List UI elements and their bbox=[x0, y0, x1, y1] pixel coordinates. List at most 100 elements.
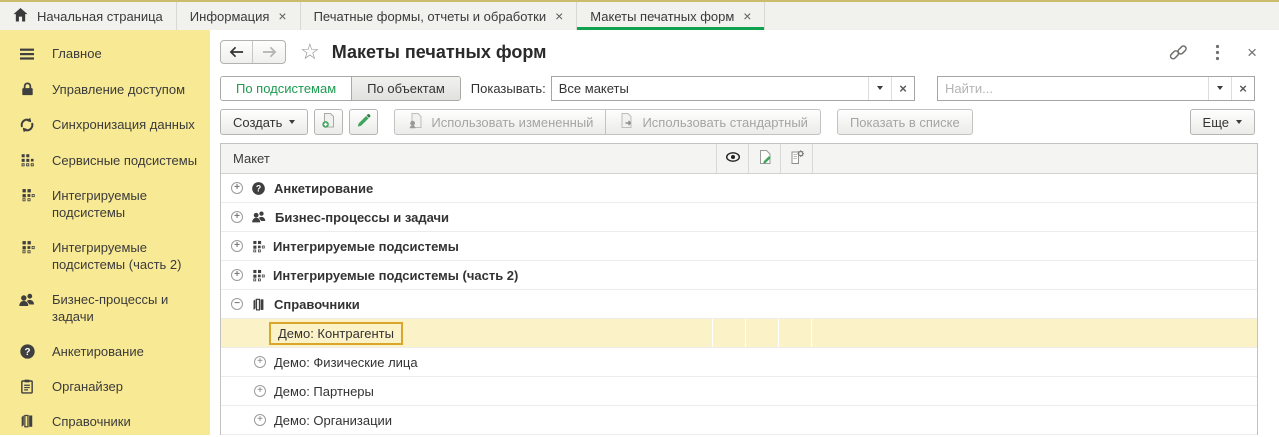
link-icon[interactable] bbox=[1169, 43, 1188, 62]
sidebar-item-service-subsystems[interactable]: Сервисные подсистемы bbox=[0, 143, 210, 178]
sidebar-item-organizer[interactable]: Органайзер bbox=[0, 369, 210, 404]
books-icon bbox=[251, 297, 266, 312]
lock-icon bbox=[17, 81, 37, 98]
cell-visibility bbox=[713, 203, 745, 231]
cell-standard bbox=[779, 406, 811, 434]
show-in-list-button[interactable]: Показать в списке bbox=[837, 109, 973, 135]
search-clear-button[interactable]: × bbox=[1231, 77, 1254, 100]
sidebar-item-label: Интегрируемые подсистемы (часть 2) bbox=[52, 239, 202, 273]
tree-row-demo-counterparties[interactable]: Демо: Контрагенты bbox=[221, 319, 1257, 348]
search-dropdown-arrow-button[interactable] bbox=[1208, 77, 1231, 100]
sidebar-item-label: Интегрируемые подсистемы bbox=[52, 187, 202, 221]
edit-template-button[interactable] bbox=[349, 109, 378, 135]
sidebar-item-label: Управление доступом bbox=[52, 81, 185, 98]
tab-close-icon[interactable]: × bbox=[278, 9, 286, 23]
favorite-star-icon[interactable]: ☆ bbox=[300, 41, 320, 63]
row-label: Анкетирование bbox=[274, 181, 373, 196]
tree-row-demo-partners[interactable]: Демо: Партнеры bbox=[221, 377, 1257, 406]
document-add-icon bbox=[320, 112, 337, 132]
document-pencil-icon bbox=[757, 149, 773, 168]
row-label: Демо: Физические лица bbox=[274, 355, 418, 370]
tab-bar: Начальная страница Информация × Печатные… bbox=[0, 0, 1279, 30]
clear-button[interactable]: × bbox=[891, 77, 914, 100]
expand-icon[interactable] bbox=[254, 414, 266, 426]
row-label: Бизнес-процессы и задачи bbox=[275, 210, 449, 225]
tab-print-forms-reports[interactable]: Печатные формы, отчеты и обработки × bbox=[301, 2, 578, 30]
search-input[interactable] bbox=[938, 77, 1208, 100]
sidebar-item-label: Сервисные подсистемы bbox=[52, 152, 197, 169]
cell-empty bbox=[812, 290, 1257, 318]
expand-icon[interactable] bbox=[254, 385, 266, 397]
back-button[interactable] bbox=[221, 41, 253, 63]
more-button[interactable]: Еще bbox=[1190, 109, 1255, 135]
use-template-group: Использовать измененный Использовать ста… bbox=[394, 109, 821, 135]
sidebar-item-integrable-subsystems[interactable]: Интегрируемые подсистемы bbox=[0, 178, 210, 230]
tree-row-business-processes[interactable]: Бизнес-процессы и задачи bbox=[221, 203, 1257, 232]
tab-close-icon[interactable]: × bbox=[555, 9, 563, 23]
subsystem-dots-icon bbox=[251, 268, 265, 282]
expand-icon[interactable] bbox=[231, 240, 243, 252]
sidebar-item-label: Главное bbox=[52, 45, 102, 62]
tab-information[interactable]: Информация × bbox=[177, 2, 301, 30]
sidebar-item-access-control[interactable]: Управление доступом bbox=[0, 72, 210, 107]
expand-icon[interactable] bbox=[231, 182, 243, 194]
column-header-standard[interactable] bbox=[780, 144, 812, 173]
tab-label: Печатные формы, отчеты и обработки bbox=[314, 9, 547, 24]
collapse-icon[interactable] bbox=[231, 298, 243, 310]
close-form-icon[interactable]: × bbox=[1247, 44, 1257, 61]
subsystem-grid-icon bbox=[17, 152, 37, 168]
cell-visibility bbox=[713, 348, 745, 376]
expand-icon[interactable] bbox=[231, 269, 243, 281]
tree-row-demo-organizations[interactable]: Демо: Организации bbox=[221, 406, 1257, 435]
menu-icon bbox=[17, 45, 37, 63]
svg-text:?: ? bbox=[256, 183, 261, 193]
tree-row-integrable-subsystems[interactable]: Интегрируемые подсистемы bbox=[221, 232, 1257, 261]
cell-modified bbox=[746, 406, 778, 434]
eye-icon bbox=[725, 149, 741, 168]
tree-row-surveys[interactable]: ? Анкетирование bbox=[221, 174, 1257, 203]
more-menu-icon[interactable] bbox=[1215, 44, 1220, 61]
sidebar-item-data-sync[interactable]: Синхронизация данных bbox=[0, 107, 210, 143]
cell-empty bbox=[812, 232, 1257, 260]
use-modified-button[interactable]: Использовать измененный bbox=[394, 109, 606, 135]
copy-template-button[interactable] bbox=[314, 109, 343, 135]
form-header: ☆ Макеты печатных форм × bbox=[210, 30, 1279, 74]
cell-empty bbox=[812, 406, 1257, 434]
expand-icon[interactable] bbox=[254, 356, 266, 368]
chevron-down-icon bbox=[877, 86, 883, 90]
books-icon bbox=[17, 413, 37, 429]
forward-button[interactable] bbox=[253, 41, 285, 63]
home-icon bbox=[13, 8, 28, 25]
question-circle-icon: ? bbox=[251, 181, 266, 196]
sidebar-item-catalogs[interactable]: Справочники bbox=[0, 404, 210, 435]
create-button[interactable]: Создать bbox=[220, 109, 308, 135]
column-header-modified[interactable] bbox=[748, 144, 780, 173]
cell-standard bbox=[779, 203, 811, 231]
use-standard-button[interactable]: Использовать стандартный bbox=[606, 109, 821, 135]
row-label: Интегрируемые подсистемы bbox=[273, 239, 459, 254]
column-header-visibility[interactable] bbox=[716, 144, 748, 173]
tab-close-icon[interactable]: × bbox=[743, 9, 751, 23]
tab-print-form-templates[interactable]: Макеты печатных форм × bbox=[577, 2, 765, 30]
dropdown-arrow-button[interactable] bbox=[868, 77, 891, 100]
show-filter-input[interactable] bbox=[552, 77, 868, 100]
column-header-template[interactable]: Макет bbox=[221, 144, 716, 173]
document-arrow-icon bbox=[618, 112, 635, 132]
tree-row-demo-individuals[interactable]: Демо: Физические лица bbox=[221, 348, 1257, 377]
expand-icon[interactable] bbox=[231, 211, 243, 223]
sidebar-item-surveys[interactable]: ? Анкетирование bbox=[0, 334, 210, 369]
cell-modified bbox=[746, 290, 778, 318]
sidebar-item-business-processes[interactable]: Бизнес-процессы и задачи bbox=[0, 282, 210, 334]
tab-home[interactable]: Начальная страница bbox=[0, 2, 177, 30]
chevron-down-icon bbox=[289, 120, 295, 124]
sidebar-item-integrable-subsystems-2[interactable]: Интегрируемые подсистемы (часть 2) bbox=[0, 230, 210, 282]
sidebar: Главное Управление доступом Синхронизаци… bbox=[0, 30, 210, 435]
by-subsystems-button[interactable]: По подсистемам bbox=[221, 77, 352, 100]
toolbar: Создать Использовать измененный bbox=[210, 102, 1279, 141]
tree-row-catalogs[interactable]: Справочники bbox=[221, 290, 1257, 319]
cell-modified bbox=[746, 232, 778, 260]
tree-row-integrable-subsystems-2[interactable]: Интегрируемые подсистемы (часть 2) bbox=[221, 261, 1257, 290]
sidebar-item-main[interactable]: Главное bbox=[0, 36, 210, 72]
by-objects-button[interactable]: По объектам bbox=[352, 77, 460, 100]
show-filter-combobox: × bbox=[551, 76, 915, 101]
